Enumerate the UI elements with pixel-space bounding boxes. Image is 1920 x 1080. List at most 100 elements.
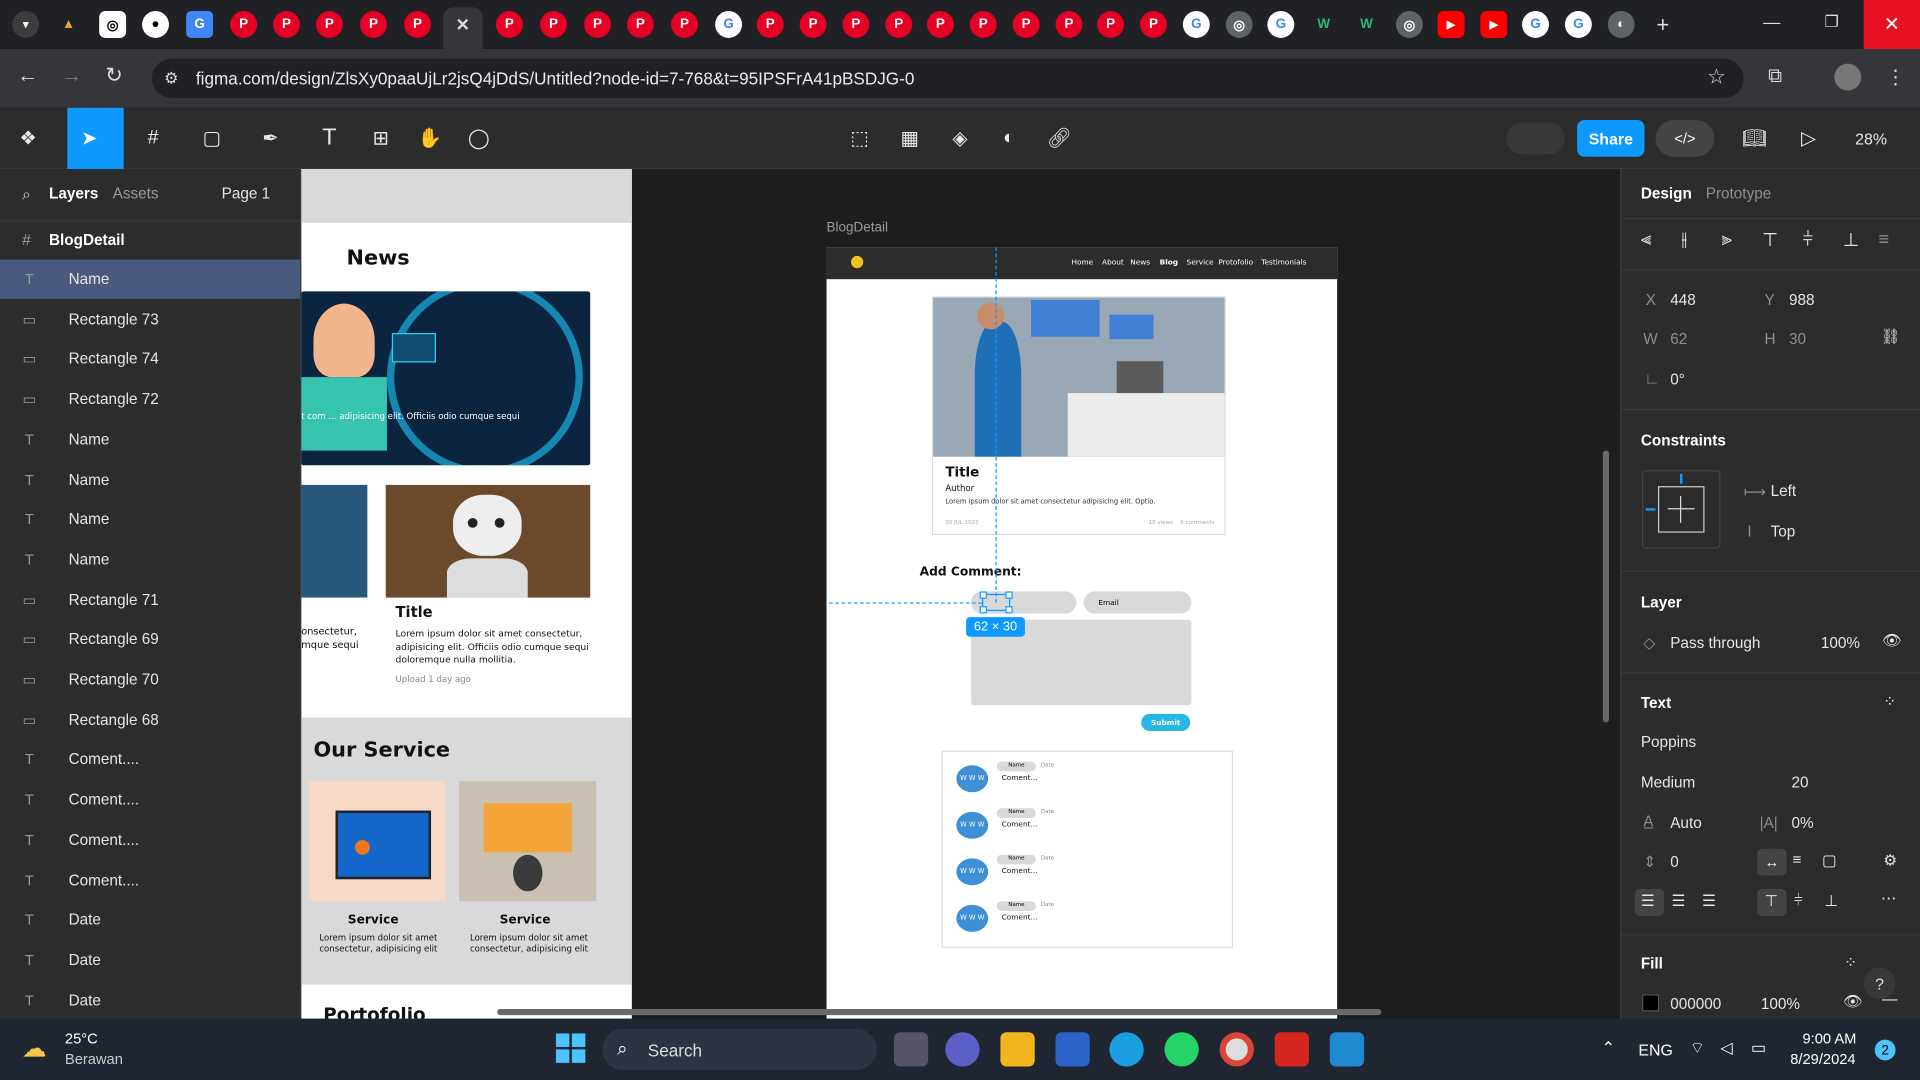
tab-favicon-pinterest[interactable]: P xyxy=(671,11,698,38)
align-left-icon[interactable]: ⫷ xyxy=(1641,229,1651,250)
url-text[interactable]: figma.com/design/ZlsXy0paaUjLr2jsQ4jDdS/… xyxy=(196,69,914,89)
extensions-icon[interactable]: ⧉ xyxy=(1768,66,1782,88)
back-icon[interactable]: ← xyxy=(17,64,38,88)
resize-handle[interactable] xyxy=(1005,591,1013,599)
file-explorer-icon[interactable] xyxy=(1000,1032,1035,1067)
fill-opacity-input[interactable]: 100% xyxy=(1761,996,1800,1013)
text-styles-icon[interactable]: ⁘ xyxy=(1883,692,1896,710)
tab-favicon-w[interactable]: W xyxy=(1310,11,1338,38)
tab-search-icon[interactable]: ▾ xyxy=(12,11,40,38)
tab-favicon-youtube[interactable]: ▶ xyxy=(1480,11,1508,38)
tab-favicon-pinterest[interactable]: P xyxy=(584,11,612,38)
site-info-icon[interactable]: ⚙ xyxy=(164,69,178,89)
dev-mode-toggle-icon[interactable]: </> xyxy=(1655,120,1715,157)
layer-row[interactable]: ▭ Rectangle 72 xyxy=(0,380,300,419)
clock-date[interactable]: 8/29/2024 xyxy=(1790,1051,1855,1068)
submit-button[interactable]: Submit xyxy=(1141,713,1191,732)
distribute-icon[interactable]: ≡ xyxy=(1878,229,1889,250)
tab-favicon-pinterest[interactable]: P xyxy=(273,11,301,38)
tab-favicon-pinterest[interactable]: P xyxy=(495,11,523,38)
tab-favicon-pinterest[interactable]: P xyxy=(230,11,258,38)
tab-favicon-pinterest[interactable]: P xyxy=(1140,11,1167,38)
fill-hex-input[interactable]: 000000 xyxy=(1670,996,1721,1013)
tab-favicon-pinterest[interactable]: P xyxy=(1012,11,1040,38)
clock-time[interactable]: 9:00 AM xyxy=(1802,1030,1856,1047)
tab-favicon-pinterest[interactable]: P xyxy=(926,11,954,38)
weather-temp[interactable]: 25°C xyxy=(65,1030,98,1047)
tab-favicon-pinterest[interactable]: P xyxy=(540,11,567,38)
layer-row[interactable]: T Name xyxy=(0,500,300,539)
blogdetail-frame[interactable]: Home About News Blog Service Protofolio Testim… xyxy=(826,247,1338,1019)
close-window-icon[interactable]: ✕ xyxy=(1863,0,1920,49)
store-icon[interactable] xyxy=(1055,1032,1090,1067)
constraints-widget[interactable] xyxy=(1642,470,1721,549)
notification-badge[interactable]: 2 xyxy=(1874,1039,1896,1061)
tab-favicon-pinterest[interactable]: P xyxy=(969,11,997,38)
constrain-proportions-icon[interactable]: ⛓︎ xyxy=(1881,328,1900,346)
comment-tool-icon[interactable]: ◯ xyxy=(463,122,495,154)
h-constraint-select[interactable]: Left xyxy=(1771,482,1797,499)
tab-favicon-github[interactable]: ● xyxy=(142,11,169,38)
blend-mode-select[interactable]: Pass through xyxy=(1670,634,1760,651)
battery-icon[interactable]: ▭ xyxy=(1751,1038,1766,1058)
tab-favicon-pinterest[interactable]: P xyxy=(404,11,432,38)
blog-nav-item[interactable]: Blog xyxy=(1160,258,1178,267)
tab-favicon-pinterest[interactable]: P xyxy=(842,11,870,38)
tab-favicon-pinterest[interactable]: P xyxy=(626,11,654,38)
layer-opacity-input[interactable]: 100% xyxy=(1821,634,1860,651)
tab-assets[interactable]: Assets xyxy=(113,185,159,202)
fill-styles-icon[interactable]: ⁘ xyxy=(1844,953,1857,971)
component-icon[interactable]: ◈ xyxy=(944,122,976,154)
url-field[interactable]: ⚙ figma.com/design/ZlsXy0paaUjLr2jsQ4jDd… xyxy=(151,58,1744,98)
frame-selection-icon[interactable]: ⬚ xyxy=(844,122,876,154)
layer-row[interactable]: T Coment.... xyxy=(0,780,300,819)
reload-icon[interactable]: ↻ xyxy=(105,64,122,88)
text-tool-icon[interactable]: T xyxy=(313,122,345,154)
link-icon[interactable]: 🔗︎ xyxy=(1043,122,1075,154)
layer-row[interactable]: T Date xyxy=(0,940,300,979)
acrobat-icon[interactable] xyxy=(1274,1032,1309,1067)
present-play-icon[interactable]: ▷ xyxy=(1793,122,1825,154)
task-view-icon[interactable] xyxy=(893,1032,929,1067)
h-input[interactable]: 30 xyxy=(1789,331,1806,348)
align-vcenter-icon[interactable]: ⫩ xyxy=(1802,229,1813,250)
browser-menu-icon[interactable]: ⋮ xyxy=(1886,65,1906,89)
new-tab-icon[interactable]: + xyxy=(1649,11,1676,38)
tab-favicon-google[interactable]: G xyxy=(1522,11,1549,38)
text-align-left-icon[interactable]: ☰ xyxy=(1641,891,1655,910)
frame-label[interactable]: BlogDetail xyxy=(827,220,888,235)
font-weight-select[interactable]: Medium xyxy=(1641,774,1695,791)
edge-icon[interactable] xyxy=(1109,1032,1144,1067)
tab-favicon-pinterest[interactable]: P xyxy=(885,11,913,38)
forward-icon[interactable]: → xyxy=(61,64,82,88)
profile-avatar[interactable] xyxy=(1834,63,1862,91)
vertical-align-bottom-icon[interactable]: ⊥ xyxy=(1825,891,1838,910)
mask-icon[interactable]: ◐ xyxy=(993,122,1025,154)
x-input[interactable]: 448 xyxy=(1670,291,1696,308)
resize-handle[interactable] xyxy=(1005,606,1013,614)
blog-logo-icon[interactable] xyxy=(851,255,864,269)
hand-tool-icon[interactable]: ✋ xyxy=(414,122,446,154)
blog-nav-item[interactable]: Testimonials xyxy=(1261,258,1306,267)
layer-row[interactable]: T Name xyxy=(0,540,300,579)
auto-width-icon[interactable]: ↔ xyxy=(1757,848,1787,876)
frame-layer[interactable]: BlogDetail xyxy=(49,231,125,248)
tab-favicon-google[interactable]: G xyxy=(1182,11,1210,38)
constraint-left-active[interactable] xyxy=(1645,508,1656,511)
whatsapp-icon[interactable] xyxy=(1164,1032,1199,1067)
blog-nav-item[interactable]: About xyxy=(1102,258,1124,267)
align-top-icon[interactable]: ⊤ xyxy=(1762,229,1778,251)
help-icon[interactable]: ? xyxy=(1863,967,1896,1000)
tab-favicon-app[interactable]: ▲ xyxy=(55,11,83,38)
tab-favicon-google[interactable]: G xyxy=(1564,11,1592,38)
align-bottom-icon[interactable]: ⊥ xyxy=(1843,229,1859,251)
resize-handle[interactable] xyxy=(979,591,987,599)
more-options-icon[interactable]: ⋯ xyxy=(1881,889,1896,907)
layer-row[interactable]: T Date xyxy=(0,900,300,939)
vscode-icon[interactable] xyxy=(1329,1032,1365,1067)
tab-design[interactable]: Design xyxy=(1641,185,1692,202)
blog-nav-item[interactable]: Service xyxy=(1187,258,1214,267)
zoom-level[interactable]: 28% xyxy=(1855,130,1887,148)
language-indicator[interactable]: ENG xyxy=(1638,1041,1672,1059)
resources-tool-icon[interactable]: ⊞ xyxy=(365,122,397,154)
